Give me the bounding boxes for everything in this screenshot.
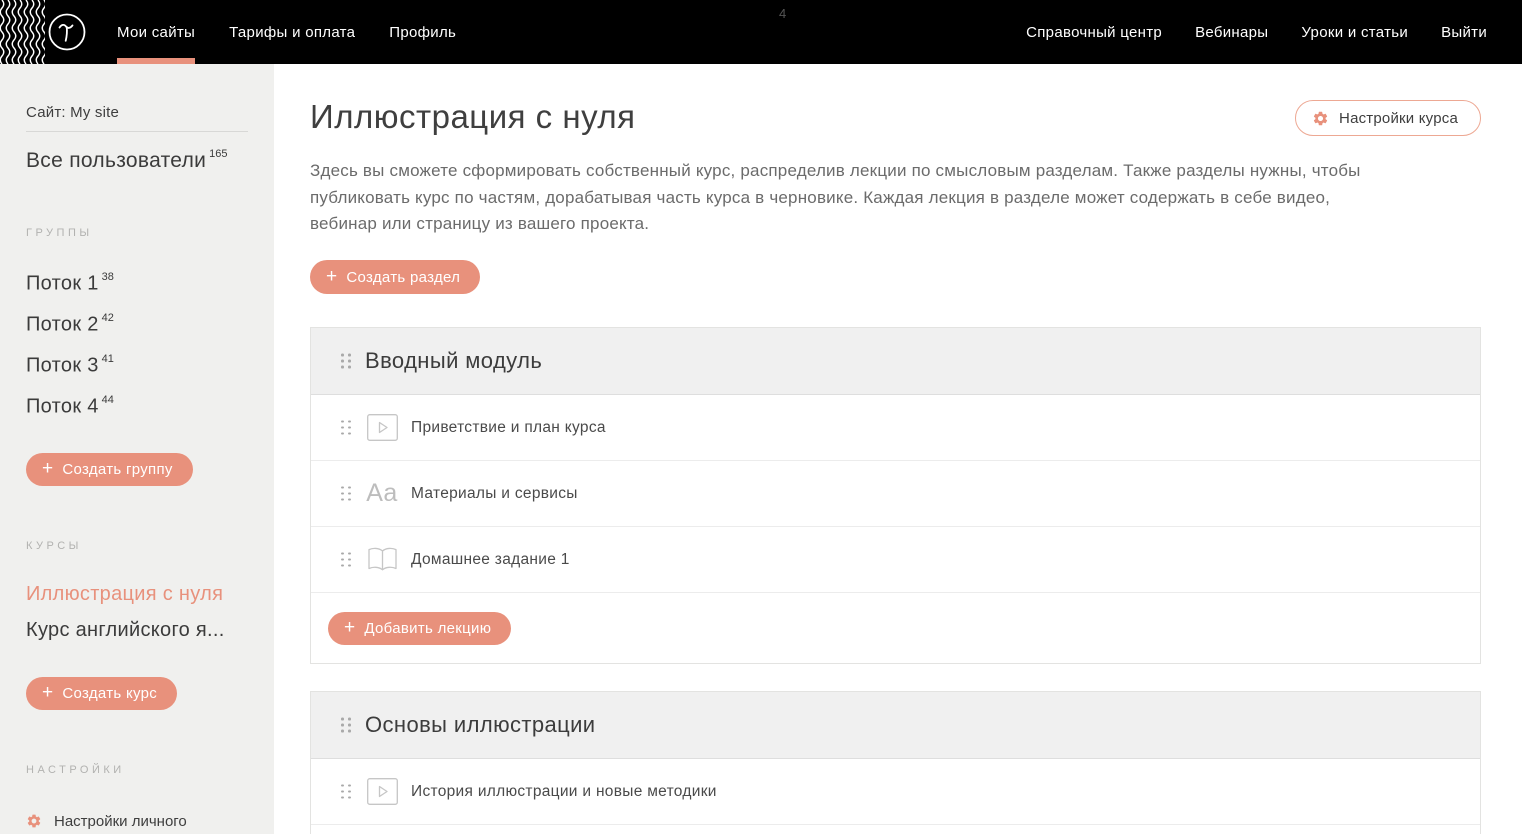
main-content: Иллюстрация с нуля Настройки курса Здесь… (274, 64, 1522, 834)
lesson-row[interactable]: Приветствие и план курса (311, 395, 1480, 462)
course-section: Основы иллюстрации История иллюстрации и… (310, 691, 1481, 834)
lesson-title: Домашнее задание 1 (411, 550, 570, 568)
gear-icon (1313, 111, 1328, 125)
nav-item-help-center[interactable]: Справочный центр (1026, 0, 1162, 64)
lesson-row[interactable]: История иллюстрации и новые методики (311, 759, 1480, 826)
sidebar-item-group-3[interactable]: Поток 3 41 (26, 343, 248, 384)
drag-handle-icon[interactable] (341, 353, 351, 369)
create-course-button[interactable]: + Создать курс (26, 676, 178, 710)
create-group-label: Создать группу (62, 460, 173, 478)
settings-heading: НАСТРОЙКИ (26, 763, 125, 776)
lesson-title: Материалы и сервисы (411, 484, 578, 502)
video-icon (366, 414, 398, 442)
section-title: Вводный модуль (365, 348, 543, 374)
group-list: Поток 1 38 Поток 2 42 Поток 3 41 Поток 4 44 (26, 261, 248, 426)
section-header: Вводный модуль (311, 328, 1480, 396)
create-group-button[interactable]: + Создать группу (26, 452, 193, 486)
add-lesson-label: Добавить лекцию (364, 619, 492, 637)
drag-handle-icon[interactable] (341, 717, 351, 733)
group-label: Поток 2 (26, 313, 99, 336)
create-section-button[interactable]: + Создать раздел (310, 260, 481, 295)
sidebar-item-group-4[interactable]: Поток 4 44 (26, 384, 248, 425)
plus-icon: + (42, 457, 54, 479)
plus-icon: + (326, 265, 338, 287)
course-section: Вводный модуль Приветствие и план курса … (310, 327, 1481, 665)
site-label: Сайт: My site (26, 104, 248, 132)
navbar-right-menu: Справочный центр Вебинары Уроки и статьи… (1026, 0, 1487, 64)
plus-icon: + (344, 616, 356, 638)
section-header: Основы иллюстрации (311, 692, 1480, 760)
section-footer: + Добавить лекцию (311, 593, 1480, 664)
video-icon (366, 778, 398, 806)
main-header: Иллюстрация с нуля Настройки курса (310, 98, 1481, 136)
sidebar: Сайт: My site Все пользователи 165 ГРУППЫ… (0, 64, 274, 834)
groups-heading: ГРУППЫ (26, 227, 93, 239)
nav-item-profile[interactable]: Профиль (389, 0, 456, 64)
group-label: Поток 1 (26, 272, 99, 295)
top-navbar: 4 Мои сайты Тарифы и оплата Профиль Спра… (0, 0, 1522, 64)
sidebar-item-group-1[interactable]: Поток 1 38 (26, 261, 248, 302)
page-title: Иллюстрация с нуля (310, 98, 636, 135)
nav-item-webinars[interactable]: Вебинары (1195, 0, 1268, 64)
plus-icon: + (42, 681, 54, 703)
section-title: Основы иллюстрации (365, 712, 596, 738)
courses-heading: КУРСЫ (26, 539, 82, 552)
gear-icon (27, 814, 41, 828)
group-count: 42 (101, 312, 114, 325)
all-users-label: Все пользователи (26, 149, 207, 172)
drag-handle-icon[interactable] (341, 486, 351, 501)
zigzag-pattern-decoration (0, 0, 45, 64)
all-users-count: 165 (209, 148, 228, 160)
lesson-row[interactable]: Домашнее задание 1 (311, 527, 1480, 594)
drag-handle-icon[interactable] (341, 784, 351, 799)
text-icon: Aa (366, 479, 398, 508)
sidebar-item-group-2[interactable]: Поток 2 42 (26, 302, 248, 343)
group-count: 41 (101, 353, 114, 366)
lesson-row[interactable]: Aa Материалы и сервисы (311, 461, 1480, 528)
group-count: 38 (101, 271, 114, 283)
navbar-left-menu: Мои сайты Тарифы и оплата Профиль (117, 0, 456, 64)
tilda-logo[interactable] (48, 13, 86, 51)
course-settings-button[interactable]: Настройки курса (1295, 100, 1481, 136)
nav-item-logout[interactable]: Выйти (1441, 0, 1487, 64)
group-count: 44 (101, 394, 114, 407)
add-lesson-button[interactable]: + Добавить лекцию (328, 611, 512, 645)
course-list: Иллюстрация с нуля Курс английского я... (26, 576, 248, 649)
course-description: Здесь вы сможете сформировать собственны… (310, 161, 1361, 234)
account-settings-label: Настройки личного кабинета (54, 812, 187, 830)
lesson-title: Приветствие и план курса (411, 418, 606, 436)
create-section-label: Создать раздел (346, 268, 461, 286)
nav-item-my-sites[interactable]: Мои сайты (117, 0, 196, 64)
drag-handle-icon[interactable] (341, 420, 351, 435)
group-label: Поток 4 (26, 396, 99, 419)
course-settings-label: Настройки курса (1339, 109, 1458, 127)
clipped-lesson-row (311, 825, 1480, 834)
sidebar-item-account-settings[interactable]: Настройки личного кабинета (26, 811, 226, 834)
nav-item-tariffs[interactable]: Тарифы и оплата (229, 0, 355, 64)
group-label: Поток 3 (26, 354, 99, 377)
overflow-count: 4 (779, 6, 787, 21)
create-course-label: Создать курс (62, 684, 158, 702)
sidebar-item-all-users[interactable]: Все пользователи 165 (26, 148, 248, 173)
nav-item-lessons-articles[interactable]: Уроки и статьи (1301, 0, 1408, 64)
book-icon (366, 547, 398, 572)
lesson-title: История иллюстрации и новые методики (411, 782, 717, 800)
drag-handle-icon[interactable] (341, 552, 351, 567)
sidebar-item-course-illustration[interactable]: Иллюстрация с нуля (26, 576, 248, 613)
sidebar-item-course-english[interactable]: Курс английского я... (26, 612, 248, 649)
